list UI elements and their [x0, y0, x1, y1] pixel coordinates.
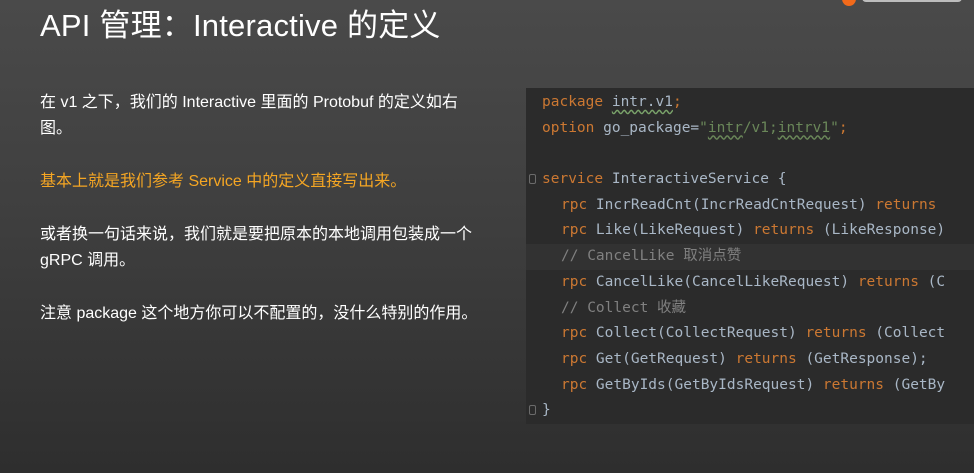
code-line-rpc-collect: rpc Collect(CollectRequest) returns (Col… — [561, 325, 946, 342]
code-line-comment-cancellike: // CancelLike 取消点赞 — [526, 244, 974, 270]
slide-title: API 管理：Interactive 的定义 — [40, 8, 441, 43]
slide-body: 在 v1 之下，我们的 Interactive 里面的 Protobuf 的定义… — [40, 90, 480, 354]
code-line-close-brace: } — [526, 398, 974, 424]
brand-logo — [824, 0, 974, 6]
code-line-service: service InteractiveService { — [526, 167, 974, 193]
paragraph-definition: 在 v1 之下，我们的 Interactive 里面的 Protobuf 的定义… — [40, 94, 458, 137]
logo-wordmark — [862, 0, 962, 2]
paragraph-grpc-wrap: 或者换一句话来说，我们就是要把原本的本地调用包装成一个 gRPC 调用。 — [40, 226, 473, 269]
code-editor-screenshot: package intr.v1; option go_package="intr… — [526, 88, 974, 424]
code-line-rpc-like: rpc Like(LikeRequest) returns (LikeRespo… — [561, 222, 946, 239]
code-line-comment-collect: // Collect 收藏 — [561, 299, 687, 316]
code-line-rpc-getbyids: rpc GetByIds(GetByIdsRequest) returns (G… — [561, 376, 946, 393]
code-line-package: package intr.v1; — [542, 94, 682, 110]
code-line-rpc-get: rpc Get(GetRequest) returns (GetResponse… — [561, 350, 928, 367]
fold-close-icon[interactable] — [529, 405, 536, 416]
logo-mark-icon — [842, 0, 856, 6]
code-line-rpc-cancellike: rpc CancelLike(CancelLikeRequest) return… — [561, 273, 946, 290]
paragraph-package-note: 注意 package 这个地方你可以不配置的，没什么特别的作用。 — [40, 305, 478, 322]
code-line-rpc-incrreadcnt: rpc IncrReadCnt(IncrReadCntRequest) retu… — [561, 196, 937, 213]
code-line-option: option go_package="intr/v1;intrv1"; — [542, 119, 848, 136]
fold-open-icon[interactable] — [529, 174, 536, 185]
paragraph-highlight: 基本上就是我们参考 Service 中的定义直接写出来。 — [40, 173, 407, 190]
